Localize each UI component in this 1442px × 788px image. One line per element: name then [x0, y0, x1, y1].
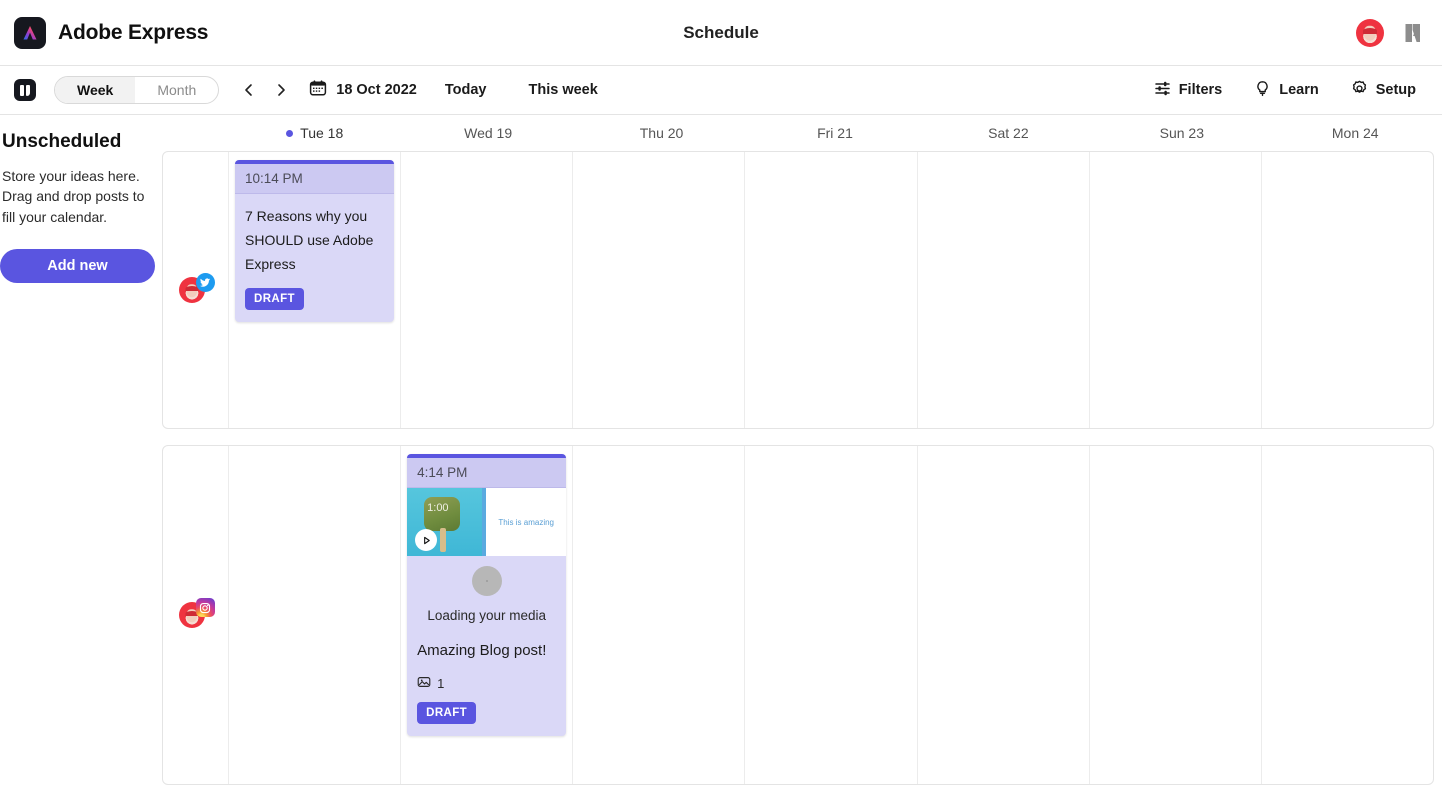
day-header-mon: Mon 24 — [1269, 125, 1442, 141]
post-time: 4:14 PM — [407, 458, 567, 488]
day-cell-fri[interactable] — [745, 446, 918, 784]
day-header-label: Fri 21 — [817, 125, 853, 141]
post-time: 10:14 PM — [235, 164, 395, 194]
sliders-icon — [1154, 80, 1171, 101]
attachment-count: 1 — [417, 675, 556, 692]
video-thumbnail[interactable]: 1:00 — [407, 488, 483, 556]
row-account-avatar[interactable] — [163, 152, 229, 428]
brand[interactable]: Adobe Express — [0, 16, 209, 49]
day-header-label: Sat 22 — [988, 125, 1029, 141]
header-actions — [1356, 18, 1442, 47]
calendar-icon — [309, 79, 327, 102]
day-header-label: Mon 24 — [1331, 125, 1379, 141]
page-title: Schedule — [683, 22, 759, 42]
day-cell-sun[interactable] — [1090, 152, 1262, 428]
post-text: 7 Reasons why you SHOULD use Adobe Expre… — [245, 208, 374, 273]
play-icon[interactable] — [415, 529, 438, 551]
day-cell-wed[interactable] — [401, 152, 574, 428]
day-cell-thu[interactable] — [573, 446, 746, 784]
media-loading-text: Loading your media — [427, 608, 546, 623]
gear-icon — [1351, 80, 1368, 101]
main-content: Unscheduled Store your ideas here. Drag … — [0, 115, 1442, 788]
popsicle-stick-graphic — [440, 528, 447, 552]
day-cell-mon[interactable] — [1262, 446, 1433, 784]
tab-week[interactable]: Week — [55, 77, 136, 103]
calendar-toolbar: Week Month 18 Oct 2022 Today This week F… — [0, 66, 1442, 115]
sidebar-title: Unscheduled — [2, 131, 122, 152]
day-header-sat: Sat 22 — [922, 125, 1095, 141]
post-card[interactable]: 10:14 PM 7 Reasons why you SHOULD use Ad… — [235, 160, 395, 323]
filters-button[interactable]: Filters — [1142, 76, 1235, 105]
adobe-logo-icon[interactable] — [1400, 20, 1426, 46]
post-title: Amazing Blog post! — [417, 642, 547, 659]
attachment-count-value: 1 — [437, 676, 445, 691]
toolbar-right-actions: Filters Learn Setup — [1142, 76, 1428, 105]
brand-name: Adobe Express — [58, 20, 209, 44]
day-header-label: Wed 19 — [464, 125, 513, 141]
this-week-button[interactable]: This week — [515, 82, 612, 98]
day-header-wed: Wed 19 — [401, 125, 574, 141]
calendar-row: 4:14 PM 1:00 This is amazing Loading you… — [162, 445, 1434, 785]
setup-label: Setup — [1375, 82, 1416, 98]
twitter-icon — [195, 273, 215, 292]
day-cell-thu[interactable] — [573, 152, 746, 428]
calendar-grid: Tue 18 Wed 19 Thu 20 Fri 21 Sat 22 Sun 2… — [162, 115, 1442, 788]
calendar-day-headers: Tue 18 Wed 19 Thu 20 Fri 21 Sat 22 Sun 2… — [162, 115, 1442, 151]
row-account-avatar[interactable] — [163, 446, 229, 784]
instagram-icon — [195, 598, 215, 617]
day-cell-sat[interactable] — [918, 152, 1090, 428]
note-preview[interactable]: This is amazing — [482, 488, 567, 556]
app-header: Adobe Express Schedule — [0, 0, 1442, 66]
today-dot-icon — [286, 129, 294, 137]
setup-button[interactable]: Setup — [1339, 76, 1428, 105]
tab-month[interactable]: Month — [135, 77, 218, 103]
post-media-preview[interactable]: 1:00 This is amazing — [407, 488, 567, 556]
day-cell-tue[interactable]: 10:14 PM 7 Reasons why you SHOULD use Ad… — [229, 152, 402, 428]
lightbulb-icon — [1254, 80, 1271, 101]
chevron-left-icon[interactable] — [237, 78, 261, 102]
filters-label: Filters — [1178, 82, 1223, 98]
day-cell-sat[interactable] — [918, 446, 1090, 784]
user-avatar[interactable] — [1356, 18, 1384, 47]
day-header-thu: Thu 20 — [575, 125, 748, 141]
chevron-right-icon[interactable] — [269, 78, 293, 102]
today-button[interactable]: Today — [431, 82, 501, 98]
calendar-rows: 10:14 PM 7 Reasons why you SHOULD use Ad… — [162, 151, 1442, 788]
learn-label: Learn — [1279, 82, 1319, 98]
day-header-sun: Sun 23 — [1095, 125, 1268, 141]
day-header-label: Tue 18 — [300, 125, 344, 141]
date-picker[interactable]: 18 Oct 2022 — [309, 79, 417, 102]
day-cell-wed[interactable]: 4:14 PM 1:00 This is amazing Loading you… — [401, 446, 574, 784]
note-text: This is amazing — [498, 517, 554, 527]
current-date-label: 18 Oct 2022 — [336, 82, 417, 98]
image-icon — [417, 675, 431, 692]
day-cell-fri[interactable] — [745, 152, 918, 428]
day-cell-mon[interactable] — [1262, 152, 1433, 428]
adobe-express-logo-icon — [14, 16, 46, 49]
learn-button[interactable]: Learn — [1242, 76, 1331, 105]
day-cell-tue[interactable] — [229, 446, 402, 784]
day-header-fri: Fri 21 — [748, 125, 921, 141]
status-badge: DRAFT — [417, 702, 477, 724]
calendar-row: 10:14 PM 7 Reasons why you SHOULD use Ad… — [162, 151, 1434, 429]
date-navigation — [237, 78, 293, 102]
panel-toggle-icon[interactable] — [14, 79, 36, 101]
view-switcher: Week Month — [54, 76, 220, 104]
day-cell-sun[interactable] — [1090, 446, 1262, 784]
status-badge: DRAFT — [245, 288, 304, 311]
day-header-tue: Tue 18 — [228, 125, 401, 141]
sidebar-description: Store your ideas here. Drag and drop pos… — [2, 168, 145, 225]
unscheduled-sidebar: Unscheduled Store your ideas here. Drag … — [0, 115, 162, 788]
add-new-button[interactable]: Add new — [0, 248, 155, 283]
media-loading-spinner — [471, 566, 502, 596]
day-header-label: Sun 23 — [1159, 125, 1204, 141]
post-card[interactable]: 4:14 PM 1:00 This is amazing Loading you… — [407, 454, 567, 736]
video-duration: 1:00 — [427, 502, 449, 514]
day-header-label: Thu 20 — [639, 125, 684, 141]
